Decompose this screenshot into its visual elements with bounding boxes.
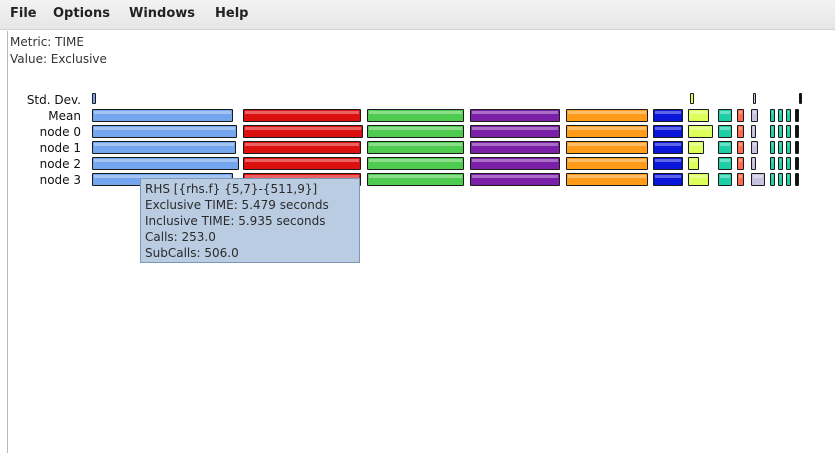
bar-node0-salmon[interactable] bbox=[737, 125, 744, 138]
bar-mean-green[interactable] bbox=[367, 109, 464, 122]
bar-stddev-lavender[interactable] bbox=[753, 93, 756, 104]
bar-tooltip: RHS [{rhs.f} {5,7}-{511,9}] Exclusive TI… bbox=[140, 178, 360, 263]
bar-node0-orange[interactable] bbox=[566, 125, 648, 138]
bar-node1-teal2[interactable] bbox=[770, 141, 775, 154]
bar-stddev-yellow[interactable] bbox=[690, 93, 694, 104]
bar-node1-teal[interactable] bbox=[718, 141, 732, 154]
bar-node2-teal2[interactable] bbox=[770, 157, 775, 170]
row-label-std-dev: Std. Dev. bbox=[26, 93, 81, 107]
bar-node0-teal4[interactable] bbox=[786, 125, 791, 138]
bar-mean-blue[interactable] bbox=[92, 109, 233, 122]
bar-node3-salmon[interactable] bbox=[737, 173, 744, 186]
bar-mean-teal2[interactable] bbox=[770, 109, 775, 122]
bar-mean-teal4[interactable] bbox=[786, 109, 791, 122]
bar-mean-dblue[interactable] bbox=[653, 109, 683, 122]
metric-label: Metric: TIME bbox=[10, 35, 84, 49]
row-label-node-1: node 1 bbox=[39, 141, 81, 155]
bar-node3-lavender[interactable] bbox=[751, 173, 765, 186]
bar-node2-blue[interactable] bbox=[92, 157, 239, 170]
bar-node1-green[interactable] bbox=[367, 141, 464, 154]
row-label-node-0: node 0 bbox=[39, 125, 81, 139]
bar-stddev-black[interactable] bbox=[799, 93, 802, 104]
bar-node0-teal[interactable] bbox=[718, 125, 732, 138]
bar-node3-teal2[interactable] bbox=[770, 173, 775, 186]
bar-node3-orange[interactable] bbox=[566, 173, 648, 186]
row-label-node-3: node 3 bbox=[39, 173, 81, 187]
tooltip-subcalls: SubCalls: 506.0 bbox=[145, 246, 239, 260]
bar-node0-black[interactable] bbox=[795, 125, 799, 138]
bar-node2-green[interactable] bbox=[367, 157, 464, 170]
bar-node2-teal3[interactable] bbox=[778, 157, 783, 170]
bar-node2-lavender[interactable] bbox=[751, 157, 756, 170]
bar-node2-black[interactable] bbox=[795, 157, 799, 170]
bar-node1-lavender[interactable] bbox=[751, 141, 758, 154]
profile-panel: Metric: TIME Value: Exclusive Std. Dev. … bbox=[7, 31, 835, 453]
bar-node1-yellow[interactable] bbox=[688, 141, 704, 154]
tooltip-calls: Calls: 253.0 bbox=[145, 230, 216, 244]
bar-node1-dblue[interactable] bbox=[653, 141, 683, 154]
bar-node1-salmon[interactable] bbox=[737, 141, 744, 154]
bar-mean-purple[interactable] bbox=[470, 109, 560, 122]
bar-node1-orange[interactable] bbox=[566, 141, 648, 154]
row-label-mean: Mean bbox=[48, 109, 81, 123]
menu-windows[interactable]: Windows bbox=[129, 6, 195, 21]
bar-node0-yellow[interactable] bbox=[688, 125, 713, 138]
bar-node0-red[interactable] bbox=[243, 125, 363, 138]
tooltip-function-name: RHS [{rhs.f} {5,7}-{511,9}] bbox=[145, 182, 318, 196]
bar-node2-teal4[interactable] bbox=[786, 157, 791, 170]
bar-mean-teal[interactable] bbox=[718, 109, 732, 122]
bar-node0-teal3[interactable] bbox=[778, 125, 783, 138]
value-label: Value: Exclusive bbox=[10, 52, 107, 66]
tooltip-inclusive-time: Inclusive TIME: 5.935 seconds bbox=[145, 214, 326, 228]
bar-stddev-blue[interactable] bbox=[92, 93, 96, 104]
bar-mean-black[interactable] bbox=[795, 109, 799, 122]
bar-node2-orange[interactable] bbox=[566, 157, 648, 170]
bar-mean-teal3[interactable] bbox=[778, 109, 783, 122]
bar-node0-green[interactable] bbox=[367, 125, 464, 138]
bar-mean-salmon[interactable] bbox=[737, 109, 744, 122]
bar-node3-dblue[interactable] bbox=[653, 173, 683, 186]
bar-node0-teal2[interactable] bbox=[770, 125, 775, 138]
bar-node2-red[interactable] bbox=[243, 157, 361, 170]
menu-file[interactable]: File bbox=[10, 6, 37, 21]
bar-mean-orange[interactable] bbox=[566, 109, 648, 122]
bar-node1-blue[interactable] bbox=[92, 141, 236, 154]
row-label-node-2: node 2 bbox=[39, 157, 81, 171]
menu-options[interactable]: Options bbox=[53, 6, 110, 21]
bar-node2-yellow[interactable] bbox=[688, 157, 699, 170]
bar-mean-red[interactable] bbox=[243, 109, 361, 122]
bar-node2-dblue[interactable] bbox=[653, 157, 683, 170]
bar-node3-teal3[interactable] bbox=[778, 173, 783, 186]
bar-mean-lavender[interactable] bbox=[751, 109, 758, 122]
bar-node1-black[interactable] bbox=[795, 141, 799, 154]
bar-node0-lavender[interactable] bbox=[751, 125, 756, 138]
bar-node1-red[interactable] bbox=[243, 141, 361, 154]
bar-node3-purple[interactable] bbox=[470, 173, 560, 186]
bar-node2-teal[interactable] bbox=[718, 157, 732, 170]
bar-node3-teal4[interactable] bbox=[786, 173, 791, 186]
bar-node3-yellow[interactable] bbox=[688, 173, 709, 186]
bar-node0-dblue[interactable] bbox=[653, 125, 683, 138]
bar-node1-teal4[interactable] bbox=[786, 141, 791, 154]
bar-node3-green[interactable] bbox=[367, 173, 464, 186]
menu-help[interactable]: Help bbox=[215, 6, 248, 21]
bar-node3-teal[interactable] bbox=[718, 173, 732, 186]
tooltip-exclusive-time: Exclusive TIME: 5.479 seconds bbox=[145, 198, 329, 212]
bar-node2-purple[interactable] bbox=[470, 157, 560, 170]
bar-node0-blue[interactable] bbox=[92, 125, 237, 138]
bar-node1-teal3[interactable] bbox=[778, 141, 783, 154]
bar-node2-salmon[interactable] bbox=[737, 157, 744, 170]
bar-mean-yellow[interactable] bbox=[688, 109, 709, 122]
bar-node0-purple[interactable] bbox=[470, 125, 560, 138]
menu-bar: File Options Windows Help bbox=[0, 0, 835, 30]
bar-node1-purple[interactable] bbox=[470, 141, 560, 154]
bar-node3-black[interactable] bbox=[795, 173, 799, 186]
